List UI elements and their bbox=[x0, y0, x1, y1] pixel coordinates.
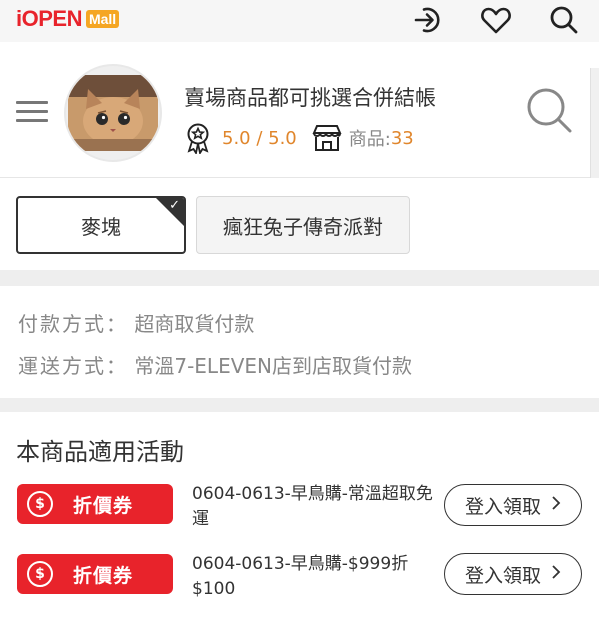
option-item[interactable]: 瘋狂兔子傳奇派對 bbox=[196, 196, 410, 254]
store-avatar[interactable] bbox=[64, 64, 162, 162]
coupon-badge: $ 折價券 bbox=[17, 484, 173, 524]
login-claim-button[interactable]: 登入領取 bbox=[444, 553, 582, 595]
shop-icon bbox=[311, 123, 343, 153]
claim-button-label: 登入領取 bbox=[464, 495, 541, 518]
claim-button-label: 登入領取 bbox=[464, 564, 541, 587]
section-divider bbox=[0, 270, 599, 286]
product-options: 麥塊 ✓ 瘋狂兔子傳奇派對 bbox=[0, 180, 599, 268]
events-title: 本商品適用活動 bbox=[16, 438, 184, 466]
dollar-coin-icon: $ bbox=[27, 491, 53, 517]
coupon-badge-label: 折價券 bbox=[73, 564, 134, 587]
shipping-label: 運送方式： bbox=[18, 354, 128, 378]
check-icon: ✓ bbox=[169, 198, 180, 213]
cat-photo bbox=[68, 75, 158, 151]
chevron-right-icon bbox=[551, 495, 561, 516]
store-search-icon[interactable] bbox=[525, 86, 575, 136]
dollar-coin-icon: $ bbox=[27, 561, 53, 587]
section-divider bbox=[0, 398, 599, 412]
store-name: 賣場商品都可挑選合併結帳 bbox=[184, 86, 436, 110]
login-claim-button[interactable]: 登入領取 bbox=[444, 484, 582, 526]
shipping-method-row: 運送方式： 常溫7-ELEVEN店到店取貨付款 bbox=[18, 350, 412, 379]
payment-value: 超商取貨付款 bbox=[134, 312, 255, 336]
menu-icon[interactable] bbox=[16, 101, 48, 123]
payment-shipping-info: 付款方式： 超商取貨付款 運送方式： 常溫7-ELEVEN店到店取貨付款 bbox=[0, 286, 599, 396]
payment-method-row: 付款方式： 超商取貨付款 bbox=[18, 308, 254, 337]
coupon-badge-label: 折價券 bbox=[73, 494, 134, 517]
store-rating: 5.0 / 5.0 bbox=[222, 127, 297, 149]
search-icon[interactable] bbox=[546, 2, 582, 38]
event-description: 0604-0613-早鳥購-常溫超取免運 bbox=[192, 484, 433, 529]
chevron-right-icon bbox=[551, 564, 561, 585]
product-count: 33 bbox=[390, 127, 414, 149]
logo-text: iOPEN bbox=[16, 6, 82, 31]
product-count-label: 商品: bbox=[348, 129, 391, 150]
award-icon bbox=[184, 122, 212, 154]
logo-mall-badge: Mall bbox=[85, 10, 120, 28]
events-section: 本商品適用活動 $ 折價券 0604-0613-早鳥購-常溫超取免運 登入領取 … bbox=[0, 412, 599, 640]
option-label: 麥塊 bbox=[81, 214, 121, 239]
top-header: iOPEN Mall bbox=[0, 0, 599, 42]
heart-icon[interactable] bbox=[478, 2, 514, 38]
payment-label: 付款方式： bbox=[18, 312, 128, 336]
iopen-mall-logo[interactable]: iOPEN Mall bbox=[16, 6, 120, 32]
login-icon[interactable] bbox=[410, 2, 446, 38]
store-header: 賣場商品都可挑選合併結帳 5.0 / 5.0 商品: 33 bbox=[0, 48, 599, 178]
option-label: 瘋狂兔子傳奇派對 bbox=[223, 214, 383, 239]
shipping-value: 常溫7-ELEVEN店到店取貨付款 bbox=[134, 354, 412, 378]
coupon-badge: $ 折價券 bbox=[17, 554, 173, 594]
store-meta: 5.0 / 5.0 商品: 33 bbox=[184, 120, 414, 156]
event-description: 0604-0613-早鳥購-$999折$100 bbox=[192, 554, 409, 599]
option-selected[interactable]: 麥塊 ✓ bbox=[16, 196, 186, 254]
side-panel-edge bbox=[590, 68, 599, 178]
